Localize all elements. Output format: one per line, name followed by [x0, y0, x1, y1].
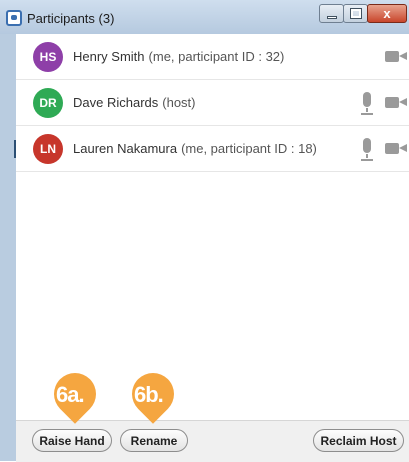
- window-title: Participants (3): [27, 11, 115, 26]
- participant-detail: (me, participant ID : 18): [181, 141, 317, 156]
- participant-row[interactable]: HS Henry Smith (me, participant ID : 32): [16, 34, 409, 80]
- microphone-icon[interactable]: [361, 92, 373, 115]
- close-button[interactable]: x: [367, 4, 407, 23]
- participant-list: HS Henry Smith (me, participant ID : 32) …: [16, 34, 409, 172]
- callout-label-6a: 6a.: [56, 382, 85, 407]
- avatar: DR: [33, 88, 63, 118]
- raise-hand-button[interactable]: Raise Hand: [32, 429, 112, 452]
- video-camera-icon[interactable]: [385, 51, 407, 62]
- avatar: LN: [33, 134, 63, 164]
- rename-button[interactable]: Rename: [120, 429, 188, 452]
- app-icon: [6, 10, 22, 26]
- maximize-button[interactable]: [343, 4, 368, 23]
- participant-name-line: Lauren Nakamura (me, participant ID : 18): [73, 141, 317, 156]
- participant-name: Lauren Nakamura: [73, 141, 178, 156]
- callout-label-6b: 6b.: [134, 382, 164, 407]
- minimize-button[interactable]: [319, 4, 344, 23]
- reclaim-host-button[interactable]: Reclaim Host: [313, 429, 404, 452]
- participant-name: Henry Smith: [73, 49, 145, 64]
- participant-detail: (host): [162, 95, 196, 110]
- participant-name: Dave Richards: [73, 95, 159, 110]
- participant-row[interactable]: LN Lauren Nakamura (me, participant ID : …: [16, 126, 409, 172]
- video-camera-icon[interactable]: [385, 97, 407, 108]
- participants-window: Participants (3) x HS Henry Smith (me, pa…: [0, 0, 409, 462]
- participant-name-line: Henry Smith (me, participant ID : 32): [73, 49, 284, 64]
- microphone-icon[interactable]: [361, 138, 373, 161]
- title-bar[interactable]: Participants (3) x: [0, 0, 409, 34]
- participant-detail: (me, participant ID : 32): [148, 49, 285, 64]
- participant-name-line: Dave Richards (host): [73, 95, 196, 110]
- participants-footer: Raise Hand Rename Reclaim Host: [16, 420, 409, 462]
- video-camera-icon[interactable]: [385, 143, 407, 154]
- close-icon: x: [383, 6, 391, 21]
- avatar: HS: [33, 42, 63, 72]
- participant-row[interactable]: DR Dave Richards (host): [16, 80, 409, 126]
